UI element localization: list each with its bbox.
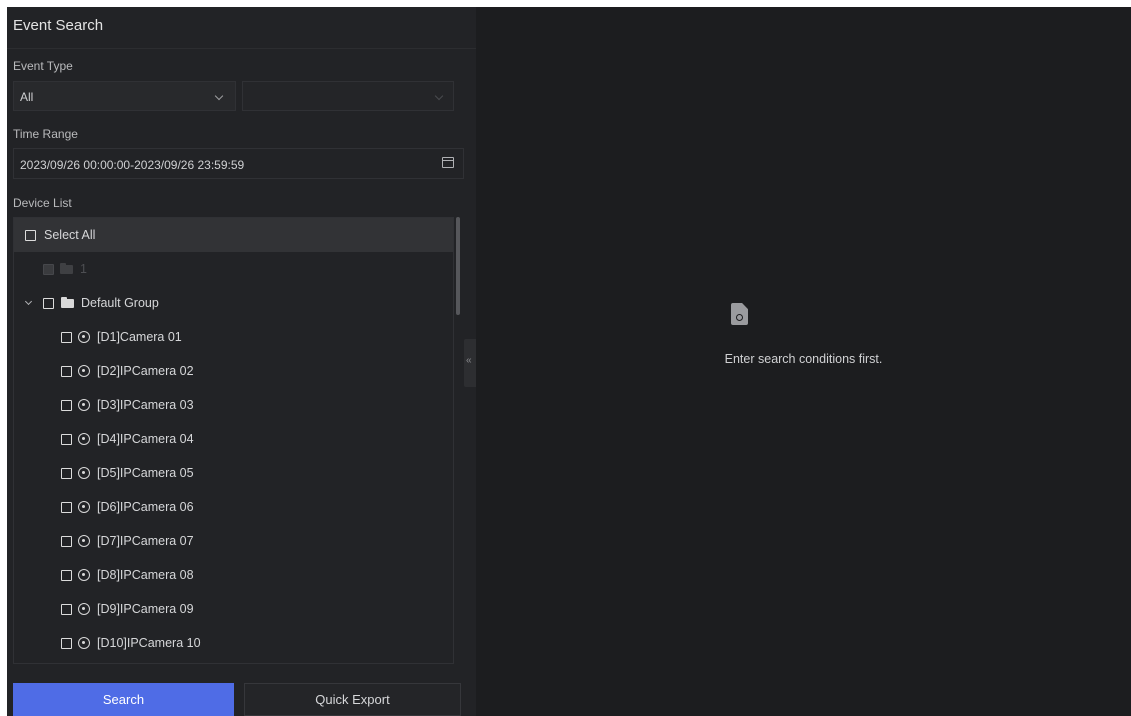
camera-label: [D2]IPCamera 02: [97, 364, 194, 378]
camera-icon: [78, 365, 90, 377]
camera-row[interactable]: [D5]IPCamera 05: [14, 456, 453, 490]
camera-icon: [78, 467, 90, 479]
folder-icon: [61, 297, 74, 308]
camera-icon: [78, 399, 90, 411]
camera-label: [D4]IPCamera 04: [97, 432, 194, 446]
default-group-checkbox[interactable]: [43, 298, 54, 309]
camera-icon: [78, 535, 90, 547]
camera-checkbox[interactable]: [61, 468, 72, 479]
camera-label: [D3]IPCamera 03: [97, 398, 194, 412]
camera-label: [D6]IPCamera 06: [97, 500, 194, 514]
results-area: Enter search conditions first.: [476, 7, 1131, 716]
camera-row[interactable]: [D1]Camera 01: [14, 320, 453, 354]
camera-checkbox[interactable]: [61, 638, 72, 649]
select-all-label: Select All: [44, 228, 96, 242]
default-group-label: Default Group: [81, 296, 159, 310]
event-search-window: Event Search Event Type All Time Range 2…: [7, 7, 1131, 716]
device-list-scrollbar[interactable]: [456, 217, 460, 315]
camera-label: [D9]IPCamera 09: [97, 602, 194, 616]
empty-state-message: Enter search conditions first.: [724, 352, 883, 366]
chevron-down-icon: [434, 91, 444, 101]
camera-checkbox[interactable]: [61, 434, 72, 445]
default-group-row[interactable]: Default Group: [14, 286, 453, 320]
event-subtype-select[interactable]: [242, 81, 454, 111]
camera-row[interactable]: [D9]IPCamera 09: [14, 592, 453, 626]
camera-row[interactable]: [D8]IPCamera 08: [14, 558, 453, 592]
camera-checkbox[interactable]: [61, 332, 72, 343]
select-all-checkbox[interactable]: [25, 230, 36, 241]
camera-row[interactable]: [D7]IPCamera 07: [14, 524, 453, 558]
time-range-field[interactable]: 2023/09/26 00:00:00-2023/09/26 23:59:59: [13, 148, 464, 179]
chevron-down-icon: [214, 91, 224, 101]
time-range-label: Time Range: [13, 127, 78, 141]
camera-label: [D1]Camera 01: [97, 330, 182, 344]
device-list: Select All 1 Default Group [D1]Camera 01: [13, 217, 454, 664]
camera-checkbox[interactable]: [61, 570, 72, 581]
camera-label: [D5]IPCamera 05: [97, 466, 194, 480]
title-divider: [7, 48, 476, 49]
camera-row[interactable]: [D3]IPCamera 03: [14, 388, 453, 422]
double-chevron-left-icon: «: [466, 355, 472, 366]
time-range-value: 2023/09/26 00:00:00-2023/09/26 23:59:59: [20, 158, 245, 172]
camera-row[interactable]: [D4]IPCamera 04: [14, 422, 453, 456]
quick-export-button[interactable]: Quick Export: [244, 683, 461, 716]
camera-row[interactable]: [D10]IPCamera 10: [14, 626, 453, 660]
disabled-group-label: 1: [80, 262, 87, 276]
camera-row[interactable]: [D6]IPCamera 06: [14, 490, 453, 524]
camera-checkbox[interactable]: [61, 400, 72, 411]
panel-title: Event Search: [13, 17, 104, 34]
collapse-panel-button[interactable]: «: [464, 339, 476, 387]
camera-checkbox[interactable]: [61, 366, 72, 377]
camera-icon: [78, 569, 90, 581]
event-type-label: Event Type: [13, 59, 73, 73]
camera-label: [D8]IPCamera 08: [97, 568, 194, 582]
camera-label: [D7]IPCamera 07: [97, 534, 194, 548]
magnifier-icon: [736, 314, 743, 321]
disabled-group-row: 1: [14, 252, 453, 286]
camera-icon: [78, 433, 90, 445]
device-list-label: Device List: [13, 196, 72, 210]
camera-checkbox[interactable]: [61, 604, 72, 615]
disabled-group-checkbox: [43, 264, 54, 275]
folder-icon: [60, 263, 73, 274]
camera-label: [D10]IPCamera 10: [97, 636, 201, 650]
camera-icon: [78, 331, 90, 343]
camera-icon: [78, 637, 90, 649]
search-button[interactable]: Search: [13, 683, 234, 716]
camera-icon: [78, 501, 90, 513]
event-type-value: All: [20, 90, 34, 104]
camera-icon: [78, 603, 90, 615]
search-conditions-panel: Event Search Event Type All Time Range 2…: [7, 7, 476, 716]
calendar-icon[interactable]: [442, 157, 454, 168]
chevron-down-icon[interactable]: [24, 297, 33, 306]
camera-checkbox[interactable]: [61, 502, 72, 513]
camera-checkbox[interactable]: [61, 536, 72, 547]
select-all-row[interactable]: Select All: [14, 218, 453, 252]
event-type-select[interactable]: All: [13, 81, 236, 111]
camera-row[interactable]: [D2]IPCamera 02: [14, 354, 453, 388]
